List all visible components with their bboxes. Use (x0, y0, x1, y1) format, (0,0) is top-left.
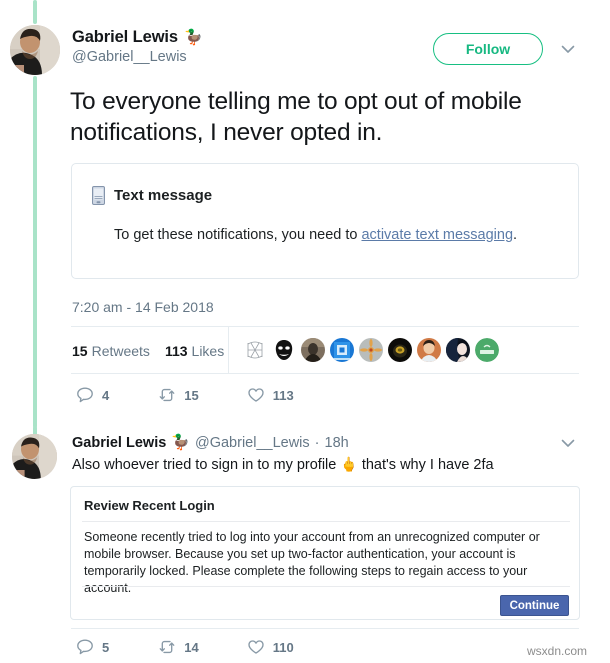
reply-time-ago[interactable]: 18h (325, 435, 349, 451)
liker-avatar-blue-pattern[interactable] (330, 338, 354, 362)
duck-emoji-icon: 🦆 (184, 29, 203, 46)
liker-avatar-anonymous-mask[interactable] (272, 338, 296, 362)
retweet-count: 15 (184, 387, 199, 403)
divider-above-stats (71, 326, 579, 327)
liker-avatar-person-orange[interactable] (417, 338, 441, 362)
liker-avatar-flower-grey[interactable] (359, 338, 383, 362)
liker-avatar-dark-portrait[interactable] (446, 338, 470, 362)
duck-emoji-icon: 🦆 (171, 434, 190, 451)
text-message-card-body: To get these notifications, you need to … (114, 227, 517, 243)
liker-avatar-person-dark[interactable] (301, 338, 325, 362)
main-tweet-avatar[interactable] (10, 25, 60, 75)
watermark-text: wsxdn.com (527, 644, 588, 658)
main-tweet-author-block: Gabriel Lewis 🦆 @Gabriel__Lewis (72, 28, 203, 65)
review-login-divider-top (82, 521, 570, 522)
retweet-action[interactable]: 15 (158, 386, 199, 404)
reply-tweet-author-block: Gabriel Lewis 🦆 @Gabriel__Lewis · 18h (72, 435, 349, 451)
mobile-phone-icon (92, 186, 105, 205)
reply-action[interactable]: 5 (76, 638, 109, 656)
engagement-stats-row: 15 Retweets 113 Likes (72, 343, 224, 359)
liker-avatar-black-helmet[interactable] (388, 338, 412, 362)
heart-icon (248, 640, 264, 654)
reply-tweet-text: Also whoever tried to sign in to my prof… (72, 454, 562, 475)
reply-text-before: Also whoever tried to sign in to my prof… (72, 457, 337, 473)
like-count: 113 (272, 387, 294, 403)
liker-avatar-green-logo[interactable] (475, 338, 499, 362)
comment-bubble-icon (77, 387, 93, 403)
author-name-row: Gabriel Lewis 🦆 (72, 28, 203, 47)
author-display-name[interactable]: Gabriel Lewis (72, 28, 178, 47)
retweets-count[interactable]: 15 (72, 343, 88, 359)
review-login-title: Review Recent Login (84, 498, 215, 513)
continue-button[interactable]: Continue (500, 595, 569, 616)
reply-action[interactable]: 4 (76, 386, 109, 404)
liker-avatars-list (243, 338, 499, 362)
card-body-prefix: To get these notifications, you need to (114, 227, 362, 243)
text-message-card-header: Text message (92, 186, 212, 205)
reply-author-handle[interactable]: @Gabriel__Lewis (195, 435, 310, 451)
retweet-count: 14 (184, 639, 199, 655)
main-tweet-action-bar: 4 15 113 (76, 386, 294, 404)
reply-text-after: that's why I have 2fa (361, 457, 494, 473)
main-tweet-text: To everyone telling me to opt out of mob… (70, 88, 522, 146)
retweet-action[interactable]: 14 (158, 638, 199, 656)
likes-count[interactable]: 113 (165, 343, 188, 359)
text-message-card-title: Text message (114, 187, 213, 204)
follow-button[interactable]: Follow (433, 33, 543, 65)
middle-finger-emoji-icon: 🖕 (340, 456, 358, 472)
like-action[interactable]: 110 (247, 638, 294, 656)
thread-connector-line-middle (33, 76, 37, 428)
reply-count: 4 (102, 387, 110, 403)
divider-above-reply-actions (71, 628, 579, 629)
like-action[interactable]: 113 (247, 386, 294, 404)
thread-connector-line-top (33, 0, 37, 24)
text-message-card[interactable]: Text message To get these notifications,… (71, 163, 579, 279)
divider-below-stats (71, 373, 579, 374)
liker-avatar-monogram[interactable] (243, 338, 267, 362)
tweet-thread-page: Gabriel Lewis 🦆 @Gabriel__Lewis Follow T… (0, 0, 610, 663)
chevron-down-icon[interactable] (559, 434, 577, 452)
comment-bubble-icon (77, 639, 93, 655)
activate-text-messaging-link[interactable]: activate text messaging (361, 227, 513, 243)
author-handle[interactable]: @Gabriel__Lewis (72, 49, 203, 65)
retweet-icon (159, 640, 175, 654)
stats-vertical-separator (228, 327, 229, 373)
reply-meta-separator: · (314, 435, 320, 451)
heart-icon (248, 388, 264, 402)
card-body-suffix: . (513, 227, 518, 243)
reply-count: 5 (102, 639, 110, 655)
reply-tweet-avatar[interactable] (12, 434, 57, 479)
retweets-label[interactable]: Retweets (92, 343, 150, 359)
reply-tweet-action-bar: 5 14 110 (76, 638, 294, 656)
likes-label[interactable]: Likes (192, 343, 225, 359)
retweet-icon (159, 388, 175, 402)
tweet-timestamp[interactable]: 7:20 am - 14 Feb 2018 (72, 299, 214, 315)
chevron-down-icon[interactable] (559, 40, 577, 58)
like-count: 110 (272, 639, 294, 655)
review-login-divider-bottom (82, 586, 570, 587)
reply-author-display-name[interactable]: Gabriel Lewis (72, 435, 166, 451)
